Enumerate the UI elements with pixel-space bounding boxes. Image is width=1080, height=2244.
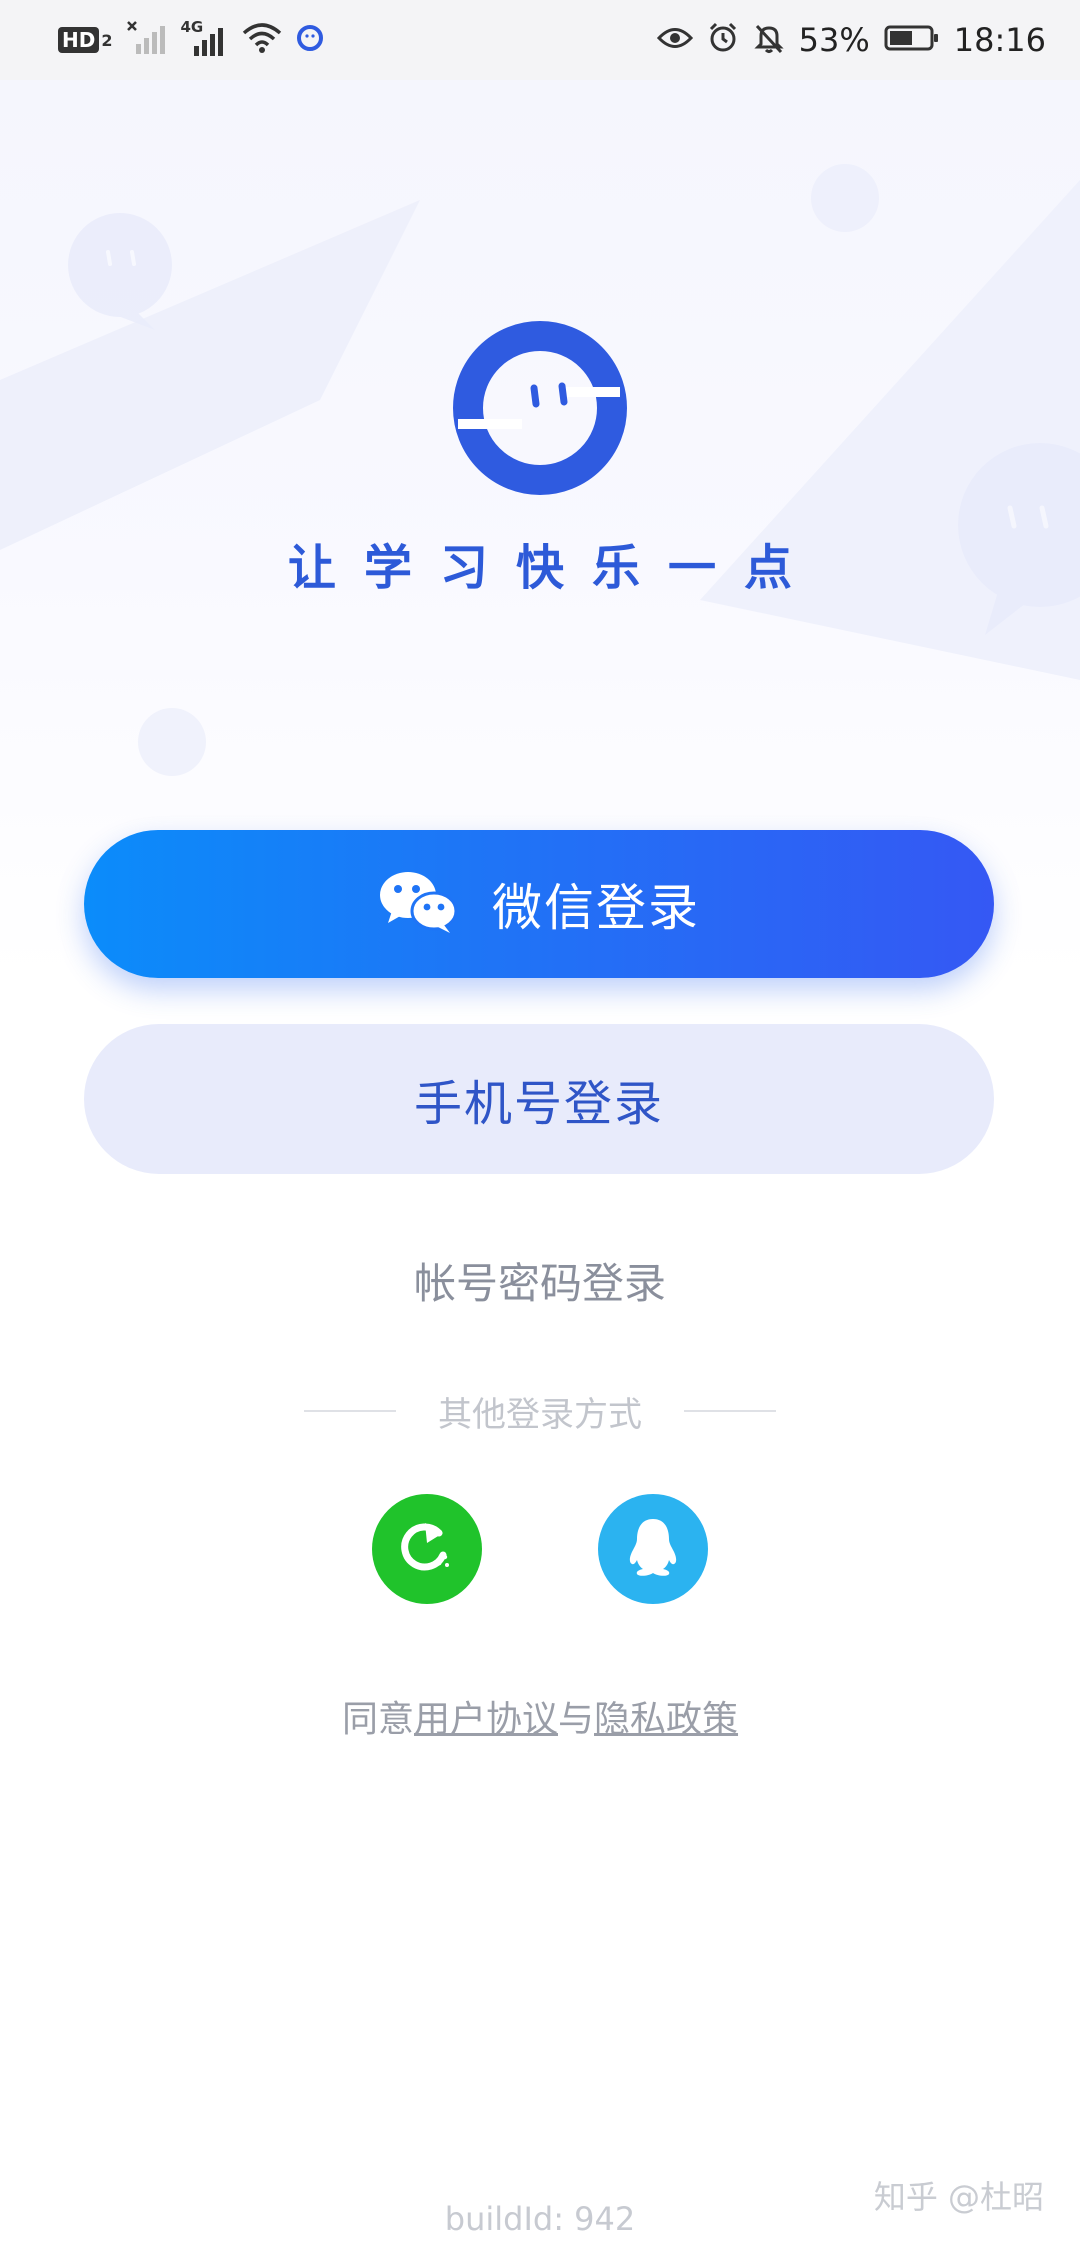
eye-comfort-icon — [656, 25, 693, 55]
hd-voice-indicator: HD 2 — [58, 27, 112, 53]
agreement-prefix: 同意 — [341, 1699, 414, 1740]
green-app-login-button[interactable] — [372, 1494, 482, 1604]
alarm-icon — [707, 22, 739, 58]
status-bar: HD 2 4G 53% 18:16 — [0, 0, 1080, 80]
chat-bubble-left-decoration — [68, 213, 172, 330]
battery-icon — [884, 24, 940, 56]
divider-line-left — [304, 1410, 396, 1412]
privacy-policy-link[interactable]: 隐私政策 — [594, 1699, 738, 1740]
other-login-label: 其他登录方式 — [438, 1394, 642, 1435]
wifi-icon — [242, 21, 282, 59]
hd-sub-label: 2 — [101, 30, 113, 50]
wechat-login-button[interactable]: 微信登录 — [84, 830, 994, 978]
mute-icon — [753, 22, 785, 58]
account-password-login-link[interactable]: 帐号密码登录 — [0, 1250, 1080, 1311]
agreement-text: 同意用户协议与隐私政策 — [0, 1690, 1080, 1742]
other-login-divider: 其他登录方式 — [304, 1386, 776, 1436]
status-bar-right: 53% 18:16 — [643, 21, 1046, 59]
qq-login-button[interactable] — [598, 1494, 708, 1604]
hd-label: HD — [58, 27, 100, 53]
status-bar-left: HD 2 4G — [58, 18, 338, 60]
cellular-4g-icon: 4G — [180, 18, 228, 58]
battery-percent: 53% — [798, 21, 870, 59]
wechat-login-label: 微信登录 — [492, 879, 700, 937]
bubble-dot-decoration — [811, 164, 879, 232]
user-agreement-link[interactable]: 用户协议 — [414, 1699, 558, 1740]
app-logo — [452, 320, 628, 496]
phone-login-button[interactable]: 手机号登录 — [84, 1024, 994, 1174]
app-notification-icon — [296, 24, 324, 56]
no-signal-icon — [126, 20, 166, 60]
divider-line-right — [684, 1410, 776, 1412]
bubble-dot-decoration-2 — [138, 708, 206, 776]
app-slogan: 让学习快乐一点 — [287, 540, 820, 596]
watermark: 知乎 @杜昭 — [873, 2178, 1044, 2216]
wechat-icon — [378, 869, 458, 939]
qq-penguin-icon — [623, 1515, 683, 1583]
clock: 18:16 — [953, 21, 1046, 59]
phone-login-label: 手机号登录 — [413, 1076, 664, 1132]
refresh-arrow-icon — [395, 1515, 459, 1583]
agreement-and: 与 — [558, 1699, 595, 1740]
